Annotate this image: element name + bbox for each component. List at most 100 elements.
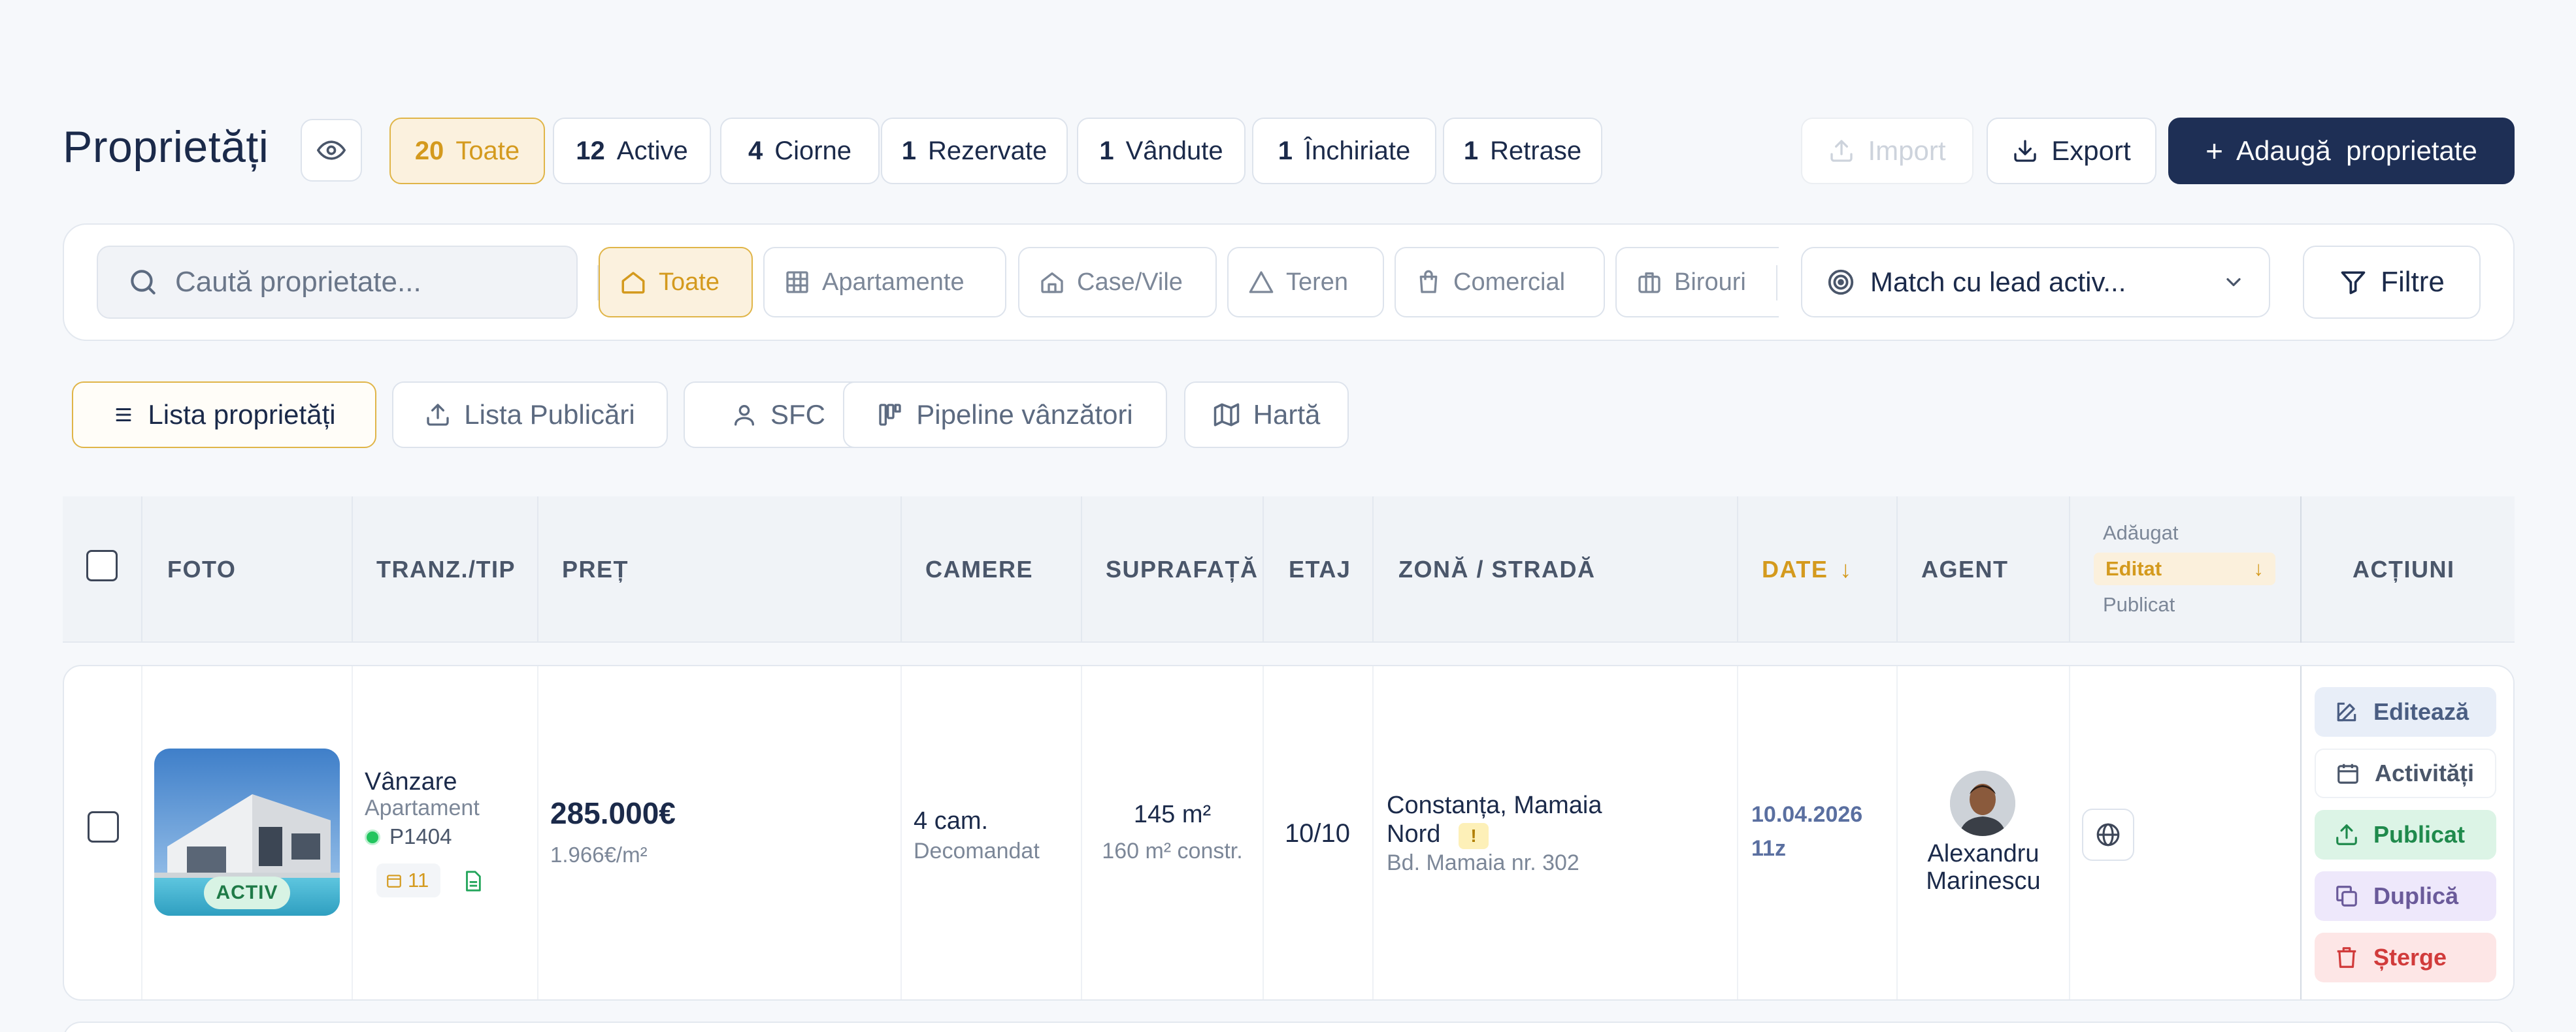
type-filter-case-vile[interactable]: Case/Vile (1018, 247, 1217, 317)
type-filter-comercial[interactable]: Comercial (1395, 247, 1605, 317)
type-filter-toate[interactable]: Toate (599, 247, 753, 317)
status-chip-rezervate[interactable]: 1 Rezervate (881, 118, 1068, 184)
published-label: Publicat (2373, 821, 2466, 848)
trash-icon (2334, 945, 2359, 970)
publish-portals-button[interactable] (2082, 809, 2134, 861)
export-label: Export (2051, 135, 2131, 166)
date-option-published[interactable]: Publicat (2103, 593, 2175, 617)
column-header-tranz[interactable]: TRANZ./TIP (376, 496, 516, 643)
status-chip-vandute[interactable]: 1 Vândute (1077, 118, 1246, 184)
user-icon (731, 402, 757, 428)
type-label: Comercial (1453, 268, 1566, 296)
copy-icon (2334, 884, 2359, 909)
status-chip-retrase[interactable]: 1 Retrase (1443, 118, 1602, 184)
export-button[interactable]: Export (1987, 118, 2156, 184)
tab-pipeline-vanzatori[interactable]: Pipeline vânzători (843, 381, 1167, 448)
eye-icon (317, 136, 346, 165)
street: Bd. Mamaia nr. 302 (1387, 850, 1579, 875)
sort-arrow-icon: ↓ (2253, 557, 2264, 580)
house-icon (619, 268, 647, 296)
date-header-label: DATE (1762, 556, 1828, 583)
photo-count: 11 (408, 869, 429, 892)
add-property-button[interactable]: + Adaugă proprietate (2168, 118, 2515, 184)
status-chip-ciorne[interactable]: 4 Ciorne (720, 118, 880, 184)
type-filter-birouri[interactable]: Birouri (1615, 247, 1779, 317)
duplicate-button[interactable]: Duplică (2315, 871, 2496, 921)
type-label: Teren (1286, 268, 1349, 296)
chip-label: Închiriate (1304, 136, 1411, 165)
filters-button[interactable]: Filtre (2303, 246, 2481, 319)
layout: Decomandat (914, 839, 1040, 863)
chip-label: Retrase (1490, 136, 1582, 165)
status-badge: ACTIV (204, 877, 290, 909)
floor: 10/10 (1284, 819, 1351, 848)
list-icon (112, 404, 135, 426)
activities-label: Activități (2375, 760, 2475, 786)
agent-first-name: Alexandru (1927, 840, 2039, 867)
delete-button[interactable]: Șterge (2315, 933, 2496, 982)
date-age: 11z (1751, 836, 1786, 861)
row-checkbox[interactable] (88, 811, 119, 843)
type-label: Toate (659, 268, 719, 296)
toggle-visibility-button[interactable] (301, 119, 362, 182)
column-header-date[interactable]: DATE ↓ (1762, 496, 1853, 643)
avatar[interactable] (1950, 771, 2015, 836)
chip-label: Active (616, 136, 688, 165)
building-grid-icon (784, 269, 810, 295)
select-all-checkbox[interactable] (86, 550, 118, 581)
chip-count: 4 (748, 136, 763, 165)
column-header-suprafata[interactable]: SUPRAFAȚĂ (1106, 496, 1259, 643)
activities-button[interactable]: Activități (2315, 749, 2496, 798)
published-button[interactable]: Publicat (2315, 810, 2496, 860)
type-filter-teren[interactable]: Teren (1227, 247, 1384, 317)
column-header-pret[interactable]: PREȚ (562, 496, 629, 643)
triangle-icon (1248, 269, 1274, 295)
property-type-scroller[interactable]: Toate Apartamente Case/Vile Teren Comerc… (597, 246, 1779, 320)
lead-match-select[interactable]: Match cu lead activ... (1801, 247, 2270, 317)
chip-label: Ciorne (774, 136, 852, 165)
delete-label: Șterge (2373, 944, 2447, 971)
chip-count: 1 (1463, 136, 1479, 165)
lead-match-label: Match cu lead activ... (1870, 266, 2126, 297)
shopping-bag-icon (1415, 269, 1442, 295)
document-icon[interactable] (461, 870, 484, 892)
transaction-type: Vânzare (365, 768, 457, 796)
date-option-edited-label: Editat (2105, 557, 2162, 580)
search-input[interactable]: Caută proprietate... (97, 246, 578, 319)
sort-arrow-icon: ↓ (1840, 556, 1853, 583)
chevron-down-icon (2222, 270, 2245, 294)
briefcase-icon (1636, 269, 1662, 295)
target-icon (1826, 267, 1856, 297)
download-icon (2012, 138, 2038, 164)
calendar-icon (386, 872, 403, 889)
column-header-foto: FOTO (167, 556, 237, 583)
status-chip-toate[interactable]: 20 Toate (389, 118, 545, 184)
photo-count-badge[interactable]: 11 (376, 863, 440, 897)
agent-last-name: Marinescu (1926, 867, 2041, 895)
date-option-edited[interactable]: Editat ↓ (2094, 553, 2275, 585)
tab-label: Pipeline vânzători (916, 399, 1133, 430)
tab-lista-proprietati[interactable]: Lista proprietăți (72, 381, 376, 448)
date-option-added[interactable]: Adăugat (2103, 521, 2179, 545)
tab-label: Lista Publicări (464, 399, 635, 430)
column-header-zona[interactable]: ZONĂ / STRADĂ (1398, 496, 1596, 643)
warning-badge[interactable]: ! (1459, 823, 1489, 849)
status-chip-active[interactable]: 12 Active (553, 118, 711, 184)
upload-icon (2334, 822, 2359, 847)
column-header-etaj[interactable]: ETAJ (1289, 496, 1351, 643)
tab-lista-publicari[interactable]: Lista Publicări (392, 381, 668, 448)
status-chip-inchiriate[interactable]: 1 Închiriate (1252, 118, 1436, 184)
type-filter-apartamente[interactable]: Apartamente (763, 247, 1006, 317)
column-header-agent[interactable]: AGENT (1921, 496, 2009, 643)
chip-count: 1 (1099, 136, 1114, 165)
filters-label: Filtre (2381, 266, 2445, 298)
house-icon (1039, 269, 1065, 295)
tab-harta[interactable]: Hartă (1184, 381, 1349, 448)
active-status-dot (365, 830, 380, 845)
type-label: Birouri (1674, 268, 1746, 296)
import-label: Import (1868, 135, 1946, 166)
column-header-camere[interactable]: CAMERE (925, 496, 1033, 643)
table-row[interactable] (63, 1022, 2515, 1032)
import-button[interactable]: Import (1801, 118, 1973, 184)
edit-button[interactable]: Editează (2315, 687, 2496, 737)
